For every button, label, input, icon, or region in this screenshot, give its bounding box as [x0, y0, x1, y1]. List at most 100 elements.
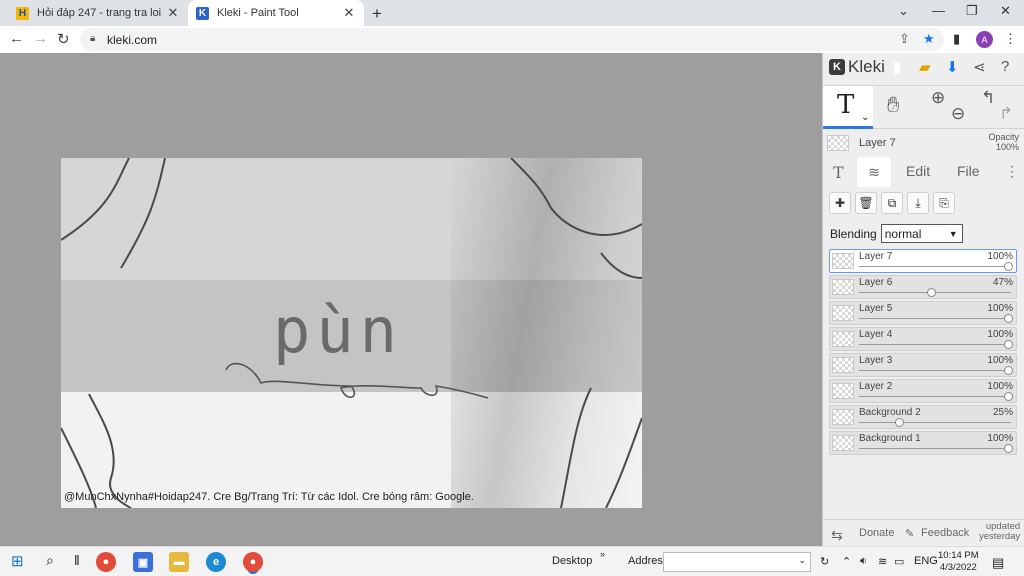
- help-icon[interactable]: ?: [1001, 58, 1009, 75]
- rename-layer-button[interactable]: ⎘: [933, 192, 955, 214]
- back-icon[interactable]: ←: [9, 30, 24, 47]
- share-icon[interactable]: ⇪: [899, 31, 910, 47]
- edge-icon[interactable]: e: [206, 552, 226, 572]
- layer-row[interactable]: Layer 5 100%: [829, 301, 1017, 325]
- layer-row[interactable]: Layer 3 100%: [829, 353, 1017, 377]
- opacity-slider-handle[interactable]: [1004, 262, 1013, 271]
- layer-opacity: 100%: [987, 355, 1013, 366]
- file-explorer-icon[interactable]: ▬: [169, 552, 189, 572]
- hand-tool-icon[interactable]: ✋︎: [887, 92, 900, 118]
- layer-row[interactable]: Layer 2 100%: [829, 379, 1017, 403]
- opacity-slider-handle[interactable]: [895, 418, 904, 427]
- zoom-out-icon[interactable]: ⊖: [951, 104, 965, 124]
- tab-hoidap[interactable]: H Hỏi đáp 247 - trang tra loi ✕: [8, 0, 188, 26]
- canvas-workspace[interactable]: pùn @MunChxNynha#Hoidap247. Cre Bg/Trang…: [0, 53, 822, 546]
- close-icon[interactable]: ✕: [166, 5, 180, 21]
- search-icon[interactable]: ⌕: [46, 552, 54, 569]
- blending-row: Blending normal ▼: [830, 224, 963, 243]
- chrome-active-icon[interactable]: ●: [243, 552, 263, 572]
- layer-row[interactable]: Layer 7 100%: [829, 249, 1017, 273]
- delete-layer-button[interactable]: 🗑︎: [855, 192, 877, 214]
- merge-layer-button[interactable]: ⤓: [907, 192, 929, 214]
- opacity-slider-track[interactable]: [859, 422, 1011, 423]
- tab-edit[interactable]: Edit: [906, 163, 930, 179]
- donate-link[interactable]: Donate: [859, 527, 894, 539]
- close-window-icon[interactable]: ✕: [1000, 3, 1011, 19]
- opacity-slider-handle[interactable]: [1004, 366, 1013, 375]
- toolbar-expand-icon[interactable]: »: [600, 549, 605, 559]
- language-indicator[interactable]: ENG: [914, 555, 938, 567]
- opacity-readout: Opacity 100%: [988, 132, 1019, 152]
- more-icon[interactable]: ⋮: [1005, 163, 1019, 180]
- chrome-icon[interactable]: ●: [96, 552, 116, 572]
- zoom-in-icon[interactable]: ⊕: [931, 88, 945, 108]
- side-panel-icon[interactable]: ▮: [953, 31, 960, 47]
- clock[interactable]: 10:14 PM 4/3/2022: [938, 550, 979, 574]
- blending-value: normal: [884, 226, 922, 241]
- opacity-slider-handle[interactable]: [1004, 444, 1013, 453]
- wifi-icon[interactable]: ≋: [878, 555, 887, 568]
- opacity-slider-handle[interactable]: [1004, 314, 1013, 323]
- new-image-icon[interactable]: ▮: [893, 58, 901, 76]
- tab-kleki[interactable]: K Kleki - Paint Tool ✕: [188, 0, 364, 26]
- restore-icon[interactable]: ❐: [966, 3, 978, 19]
- taskbar-address-input[interactable]: ⌄: [663, 552, 811, 572]
- store-icon[interactable]: ▣: [133, 552, 153, 572]
- opacity-slider-track[interactable]: [859, 396, 1011, 397]
- battery-icon[interactable]: ▭: [894, 555, 904, 568]
- browser-toolbar: ← → ↻ 🔒︎ kleki.com ⇪ ★ ▮ A ⋮: [0, 26, 1024, 53]
- go-icon[interactable]: ↻: [820, 555, 829, 568]
- notification-icon[interactable]: ▤: [992, 555, 1004, 571]
- speaker-icon[interactable]: 🔉︎: [860, 555, 867, 568]
- opacity-slider-track[interactable]: [859, 318, 1011, 319]
- swap-icon[interactable]: ⇆: [831, 527, 843, 544]
- tab-file[interactable]: File: [957, 163, 980, 179]
- clock-time: 10:14 PM: [938, 550, 979, 561]
- tab-title: Kleki - Paint Tool: [217, 7, 299, 19]
- chevron-down-icon[interactable]: ⌄: [861, 112, 869, 123]
- undo-icon[interactable]: ↰: [981, 88, 995, 108]
- tab-layers[interactable]: ≋: [857, 157, 891, 187]
- new-tab-icon[interactable]: +: [372, 4, 382, 24]
- windows-start-icon[interactable]: ⊞: [11, 552, 24, 570]
- forward-icon[interactable]: →: [33, 30, 48, 47]
- menu-icon[interactable]: ⋮: [1004, 31, 1017, 47]
- opacity-slider-track[interactable]: [859, 344, 1011, 345]
- text-tool-button[interactable]: T ⌄: [823, 86, 873, 129]
- share-icon[interactable]: ⋖: [973, 58, 986, 76]
- blending-select[interactable]: normal ▼: [880, 224, 963, 243]
- desktop-toolbar-label[interactable]: Desktop: [552, 555, 592, 567]
- download-icon[interactable]: ⬇: [946, 58, 959, 76]
- opacity-slider-track[interactable]: [859, 266, 1011, 267]
- duplicate-layer-button[interactable]: ⧉: [881, 192, 903, 214]
- tab-text-tool[interactable]: T: [833, 163, 844, 182]
- layer-row[interactable]: Background 1 100%: [829, 431, 1017, 455]
- add-layer-button[interactable]: ✚: [829, 192, 851, 214]
- address-bar[interactable]: 🔒︎ kleki.com ⇪ ★: [80, 28, 944, 51]
- opacity-slider-track[interactable]: [859, 448, 1011, 449]
- kleki-brand: K Kleki: [829, 57, 885, 77]
- open-folder-icon[interactable]: ▰: [919, 58, 931, 76]
- close-icon[interactable]: ✕: [342, 5, 356, 21]
- layer-name: Layer 4: [859, 329, 893, 340]
- layer-row[interactable]: Layer 4 100%: [829, 327, 1017, 351]
- lock-icon: 🔒︎: [90, 33, 96, 44]
- avatar[interactable]: A: [976, 31, 993, 48]
- redo-icon[interactable]: ↱: [999, 104, 1013, 124]
- reload-icon[interactable]: ↻: [57, 30, 70, 48]
- opacity-slider-handle[interactable]: [1004, 340, 1013, 349]
- layer-row[interactable]: Layer 6 47%: [829, 275, 1017, 299]
- minimize-icon[interactable]: —: [932, 3, 945, 18]
- star-icon[interactable]: ★: [923, 31, 935, 47]
- chevron-down-icon[interactable]: ⌄: [798, 555, 806, 566]
- layer-name: Background 1: [859, 433, 921, 444]
- drawing-canvas[interactable]: pùn @MunChxNynha#Hoidap247. Cre Bg/Trang…: [61, 158, 642, 508]
- task-view-icon[interactable]: ‖: [74, 552, 80, 568]
- opacity-slider-handle[interactable]: [1004, 392, 1013, 401]
- opacity-slider-handle[interactable]: [927, 288, 936, 297]
- chevron-up-icon[interactable]: ⌃: [842, 555, 851, 568]
- chevron-down-icon[interactable]: ⌄: [898, 3, 909, 19]
- feedback-link[interactable]: Feedback: [921, 527, 969, 539]
- layer-row[interactable]: Background 2 25%: [829, 405, 1017, 429]
- opacity-slider-track[interactable]: [859, 370, 1011, 371]
